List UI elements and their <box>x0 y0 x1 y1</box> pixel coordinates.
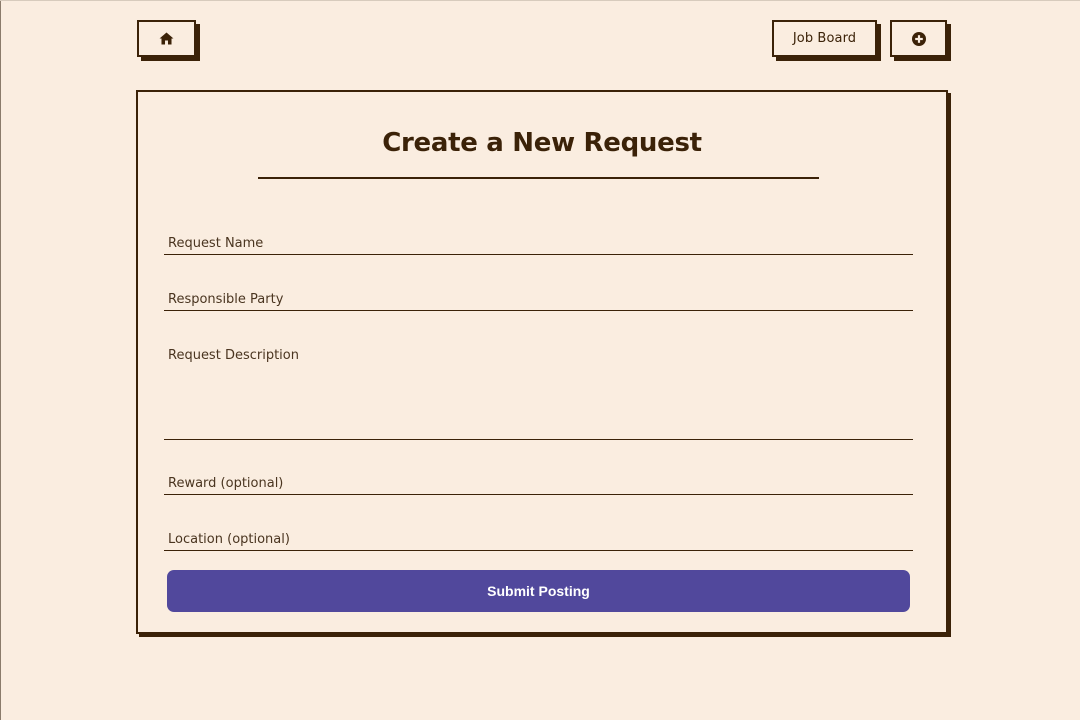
request-form-card: Create a New Request Request Name Respon… <box>136 90 948 634</box>
responsible-party-field[interactable]: Responsible Party <box>164 284 913 311</box>
request-name-placeholder: Request Name <box>168 236 264 251</box>
page-edge-top <box>0 0 1080 1</box>
job-board-button[interactable]: Job Board <box>772 20 877 57</box>
location-field[interactable]: Location (optional) <box>164 524 913 551</box>
page-title: Create a New Request <box>382 128 702 158</box>
request-description-placeholder: Request Description <box>168 348 299 363</box>
plus-circle-icon <box>911 31 926 46</box>
submit-posting-button[interactable]: Submit Posting <box>167 570 910 612</box>
request-description-field[interactable]: Request Description <box>164 340 913 440</box>
location-placeholder: Location (optional) <box>168 532 290 547</box>
job-board-label: Job Board <box>792 31 857 46</box>
responsible-party-placeholder: Responsible Party <box>168 292 284 307</box>
home-button[interactable] <box>137 20 196 57</box>
submit-posting-label: Submit Posting <box>487 583 590 599</box>
reward-placeholder: Reward (optional) <box>168 476 284 491</box>
title-divider <box>258 177 819 179</box>
home-icon <box>159 32 174 45</box>
reward-field[interactable]: Reward (optional) <box>164 468 913 495</box>
add-request-button[interactable] <box>890 20 947 57</box>
request-name-field[interactable]: Request Name <box>164 228 913 255</box>
page-edge <box>0 0 1 720</box>
